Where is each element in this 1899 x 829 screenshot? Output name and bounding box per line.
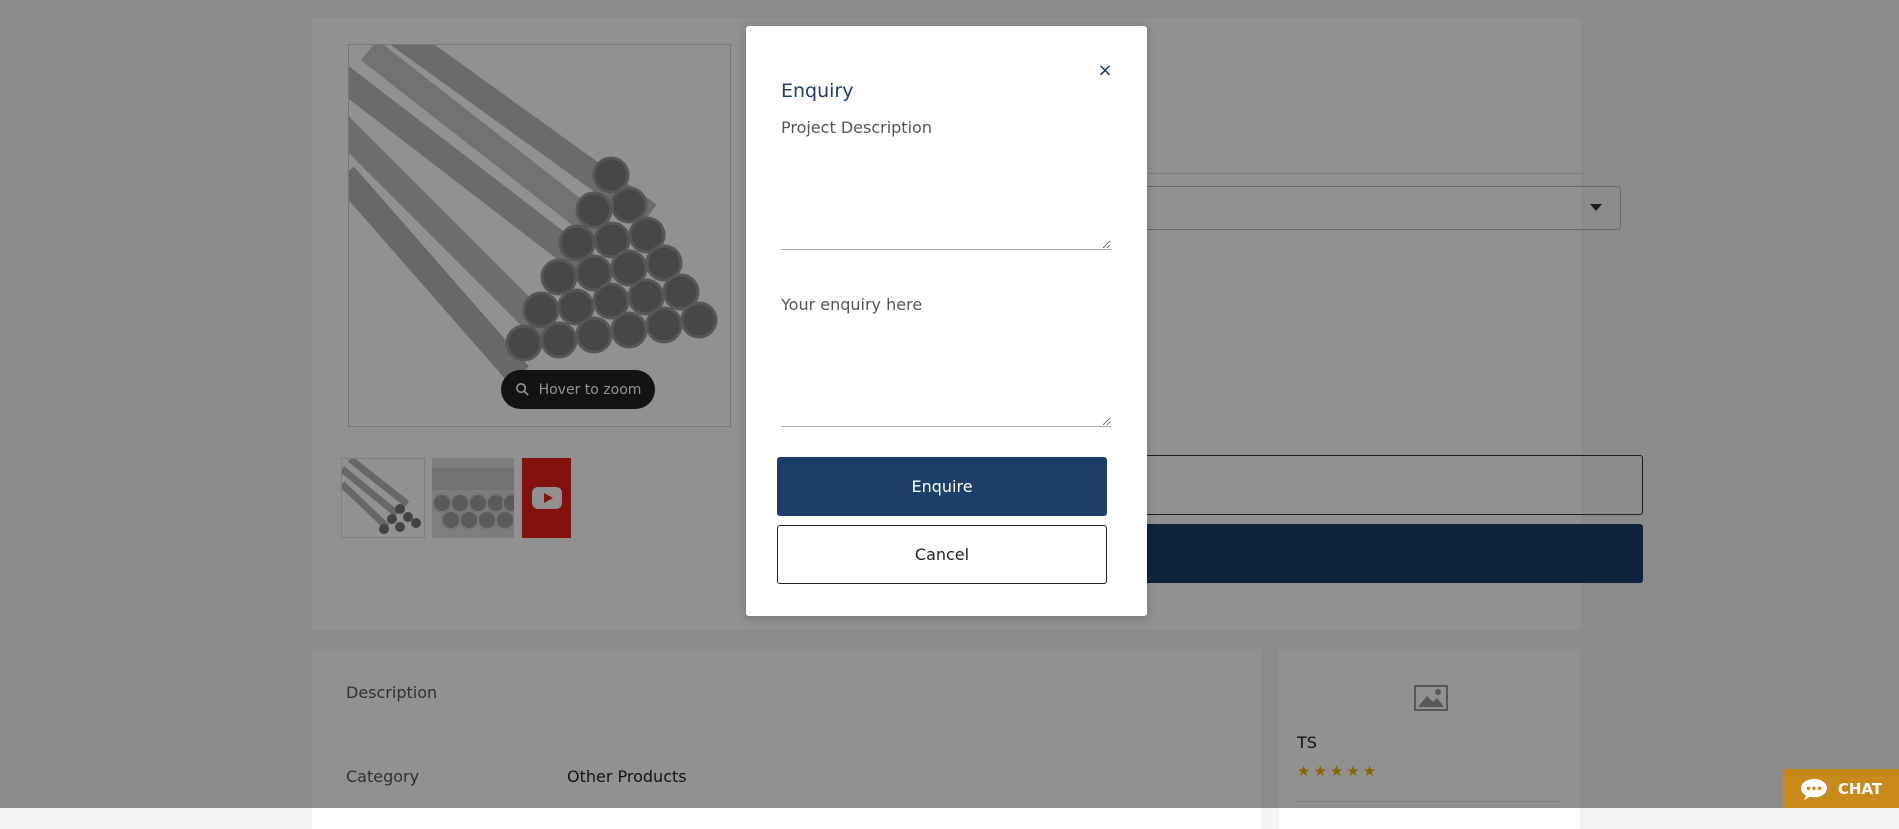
chat-button[interactable]: CHAT	[1783, 769, 1899, 808]
project-description-field[interactable]	[781, 168, 1111, 250]
modal-title: Enquiry	[781, 80, 854, 102]
chat-bubble-icon	[1800, 778, 1827, 800]
enquiry-field[interactable]	[781, 345, 1111, 427]
cancel-button[interactable]: Cancel	[777, 525, 1107, 584]
enquire-button[interactable]: Enquire	[777, 457, 1107, 516]
enquiry-modal: × Enquiry Project Description Your enqui…	[746, 26, 1147, 616]
close-icon[interactable]: ×	[1095, 60, 1115, 81]
enquiry-label: Your enquiry here	[781, 295, 923, 314]
chat-label: CHAT	[1837, 779, 1883, 798]
project-description-label: Project Description	[781, 118, 932, 137]
